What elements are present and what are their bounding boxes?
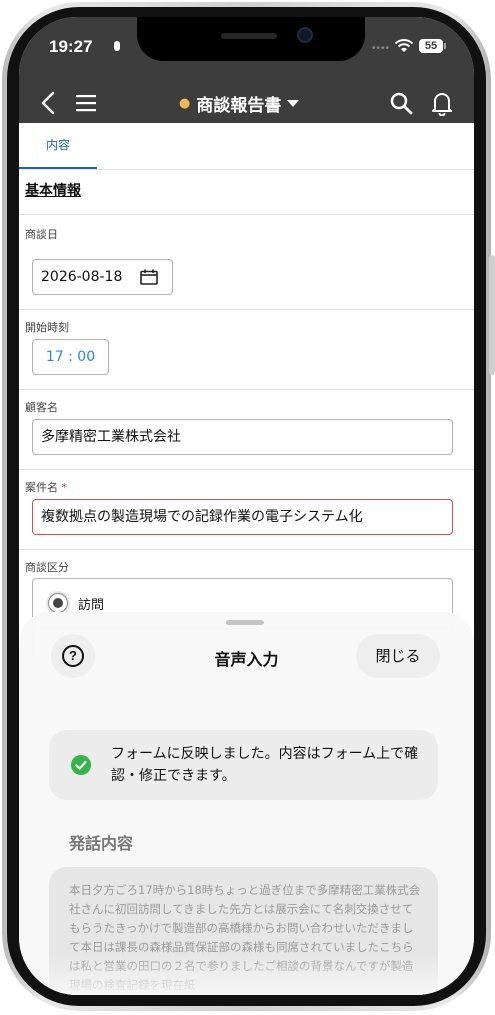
divider (19, 469, 474, 470)
time-label: 開始時刻 (25, 321, 69, 334)
success-notice: フォームに反映しました。内容はフォーム上で確認・修正できます。 (49, 730, 438, 800)
date-label: 商談日 (25, 228, 58, 241)
app-bar: ● 商談報告書 (19, 83, 474, 123)
bottom-fade (19, 955, 474, 995)
app-title-dropdown[interactable]: ● 商談報告書 (179, 91, 300, 116)
screen: 19:27 •••• 55 ● 商談報告書 内容 基本情報 商談日 2026-0… (19, 17, 474, 995)
project-name-input[interactable]: 複数拠点の製造現場での記録作業の電子システム化 (32, 499, 453, 535)
tab-bar: 内容 (19, 123, 474, 170)
wifi-icon (394, 39, 414, 52)
battery-tip (444, 43, 446, 49)
location-icon (114, 41, 120, 51)
bell-icon[interactable] (431, 90, 453, 116)
divider (19, 549, 474, 550)
customer-label: 顧客名 (25, 401, 58, 414)
date-value: 2026-08-18 (41, 269, 123, 285)
back-arrow-icon[interactable] (37, 89, 61, 117)
status-bar: 19:27 •••• 55 (19, 17, 474, 83)
check-circle-icon (71, 755, 91, 775)
project-label: 案件名 * (25, 479, 67, 495)
voice-input-sheet: ? 音声入力 閉じる フォームに反映しました。内容はフォーム上で確認・修正できま… (19, 612, 474, 995)
handshake-icon: ● (179, 95, 191, 111)
drag-handle[interactable] (226, 620, 264, 625)
radio-visit[interactable] (48, 593, 68, 613)
required-mark: * (61, 481, 68, 494)
divider (19, 389, 474, 390)
status-time: 19:27 (49, 37, 93, 56)
date-field[interactable]: 2026-08-18 (32, 259, 173, 295)
speaker-grille (221, 33, 277, 39)
notice-text: フォームに反映しました。内容はフォーム上で確認・修正できます。 (111, 746, 419, 784)
section-title: 基本情報 (25, 183, 81, 199)
project-label-text: 案件名 (25, 481, 58, 494)
tab-content[interactable]: 内容 (19, 123, 97, 169)
notch (137, 17, 365, 61)
utterance-title: 発話内容 (69, 834, 134, 853)
front-camera (297, 27, 313, 43)
phone-frame: 19:27 •••• 55 ● 商談報告書 内容 基本情報 商談日 2026-0… (0, 0, 495, 1015)
radio-visit-label: 訪問 (78, 598, 105, 613)
divider (19, 309, 474, 310)
divider (19, 214, 474, 215)
app-title: 商談報告書 (196, 95, 282, 116)
search-icon[interactable] (389, 91, 413, 115)
start-time-field[interactable]: 17 : 00 (32, 339, 109, 375)
chevron-down-icon (287, 99, 300, 107)
customer-name-input[interactable]: 多摩精密工業株式会社 (32, 419, 453, 455)
battery-icon: 55 (419, 39, 443, 53)
close-button[interactable]: 閉じる (356, 634, 440, 678)
side-button (489, 255, 495, 375)
calendar-icon[interactable] (140, 269, 158, 285)
category-label: 商談区分 (25, 561, 69, 574)
signal-icon: •••• (372, 43, 391, 54)
hamburger-menu-icon[interactable] (75, 93, 97, 113)
